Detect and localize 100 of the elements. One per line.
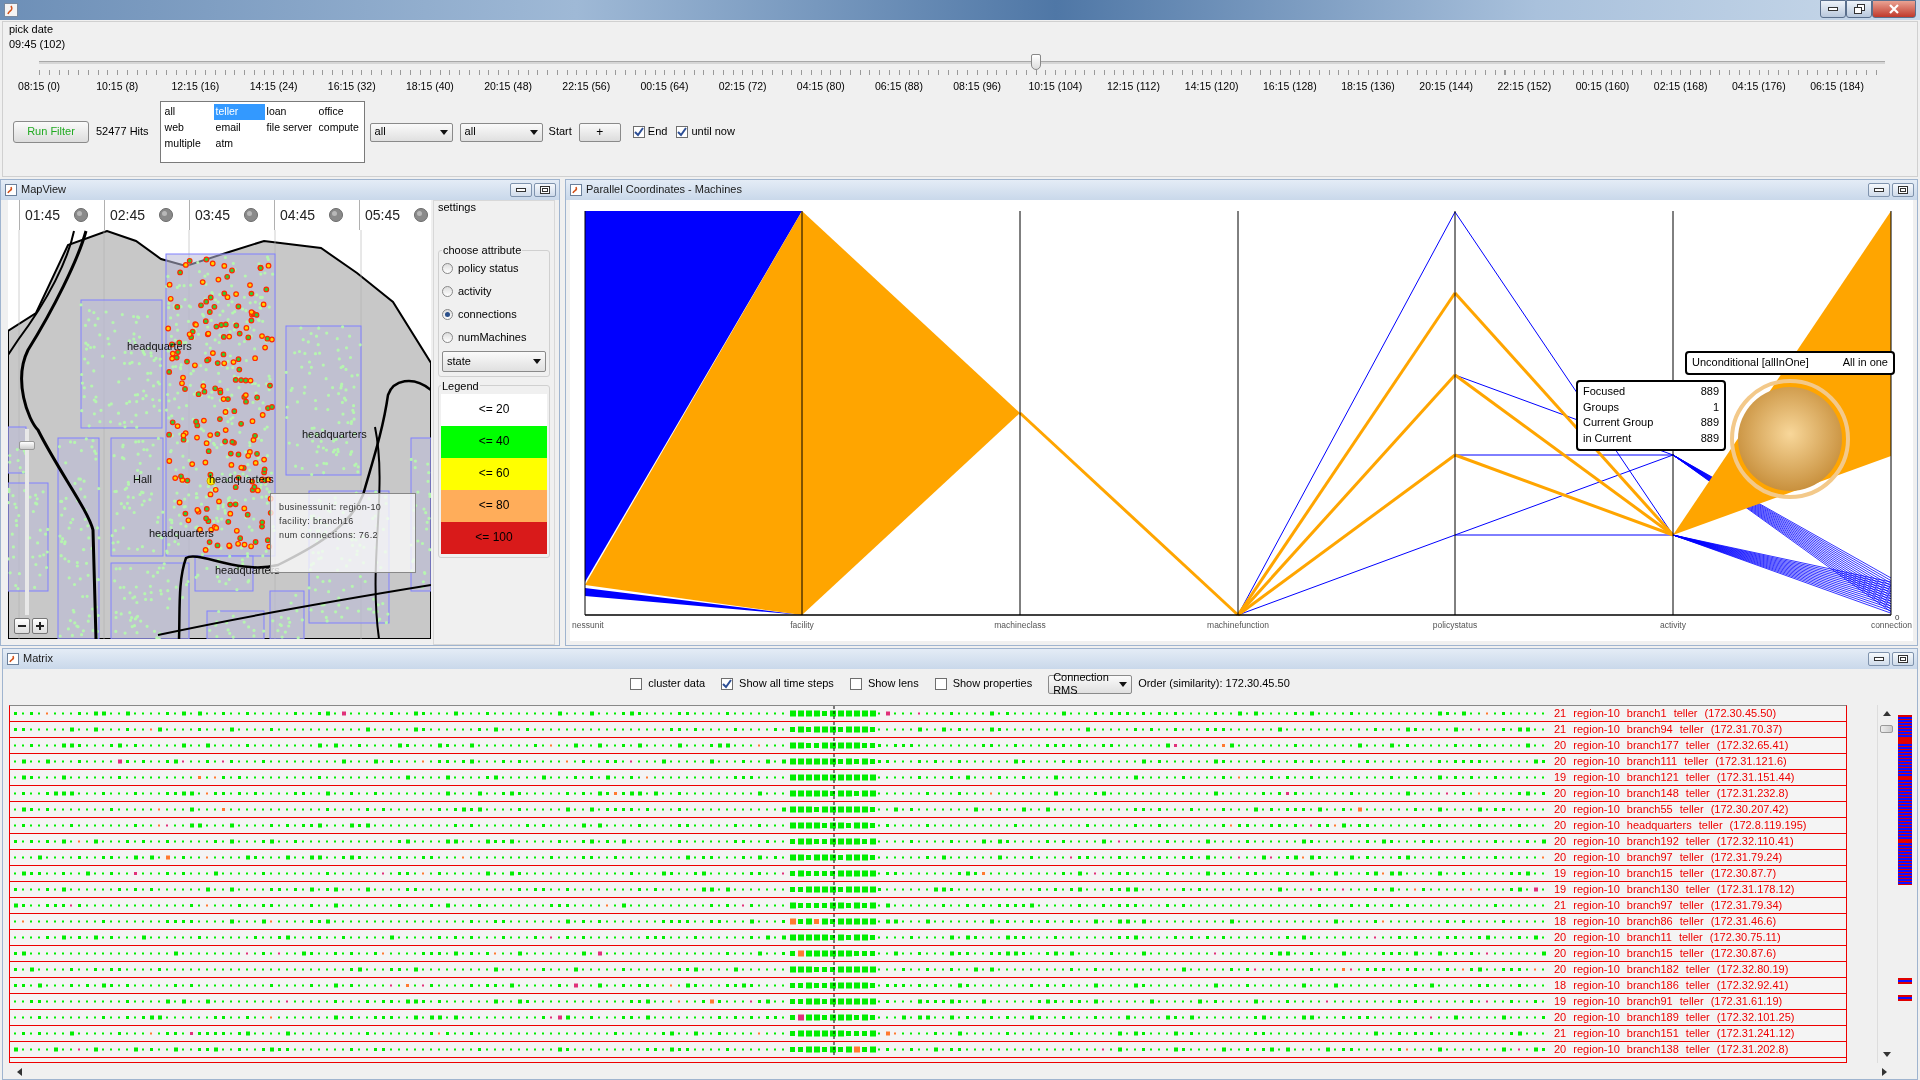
add-button[interactable]: + [578, 122, 621, 142]
tick-label: 12:15 (112) [1106, 80, 1161, 94]
app-icon [7, 653, 19, 665]
app-icon [570, 184, 582, 196]
row-label: 20 region-10 branch11 teller (172.30.75.11) [1553, 930, 1781, 945]
maximize-button[interactable] [1892, 183, 1914, 197]
group-name: Unconditional [allInOne] [1692, 356, 1809, 370]
type-list[interactable]: all teller loan office web email file server compute multiple atm [159, 101, 365, 163]
stat-label: Current Group [1583, 416, 1655, 430]
maximize-button[interactable] [1892, 652, 1914, 666]
dropdown[interactable]: Connection RMS [1048, 674, 1133, 694]
tick-label: 02:15 (72) [717, 80, 768, 94]
maximize-icon [1898, 655, 1908, 663]
checkbox[interactable] [630, 678, 643, 690]
checkbox[interactable] [721, 678, 734, 690]
sphere-icon [244, 208, 259, 222]
tick-label: 06:15 (88) [874, 80, 924, 94]
minimize-button[interactable] [1868, 652, 1890, 666]
place-label: headquarters [127, 340, 192, 354]
axis-label: machinefunction [1207, 620, 1269, 630]
tick-label: 02:15 (168) [1652, 80, 1709, 94]
radio-label: activity [458, 285, 492, 299]
minimize-button[interactable] [510, 183, 532, 197]
radio-button[interactable] [442, 263, 453, 275]
checkbox[interactable] [632, 126, 645, 138]
maximize-button[interactable] [534, 183, 556, 197]
checkbox-label: Show all time steps [739, 677, 834, 691]
radio-button[interactable] [442, 309, 453, 321]
order-label: Order (similarity): 172.30.45.50 [1138, 677, 1290, 691]
list-item[interactable]: all [162, 104, 214, 120]
tick-label: 14:15 (24) [248, 80, 299, 94]
caret-icon [439, 129, 448, 135]
stat-label: Focused [1583, 385, 1627, 399]
group-value: All in one [1842, 356, 1888, 370]
caret-icon [529, 129, 538, 135]
slider-thumb[interactable] [19, 441, 35, 451]
list-item[interactable]: atm [213, 136, 265, 152]
legend-title: Legend [441, 380, 480, 394]
dropdown[interactable]: all [369, 122, 453, 142]
checkbox-label: Show properties [952, 677, 1033, 691]
tick-label: 16:15 (128) [1261, 80, 1318, 94]
close-button[interactable] [1872, 0, 1916, 18]
legend-swatch: <= 100 [441, 521, 547, 554]
panel-title: Parallel Coordinates - Machines [586, 183, 742, 197]
zoom-in-button[interactable] [32, 618, 48, 634]
list-item[interactable]: multiple [162, 136, 214, 152]
checkbox[interactable] [934, 678, 947, 690]
axis-label: machineclass [994, 620, 1046, 630]
axis-tick-label: 0 [1895, 613, 1900, 622]
tick-label: 12:15 (16) [170, 80, 221, 94]
row-label: 20 region-10 branch111 teller (172.31.121.6) [1553, 754, 1787, 769]
scrollbar-thumb[interactable] [1880, 725, 1893, 733]
tick-label: 16:15 (32) [326, 80, 377, 94]
maximize-icon [1898, 186, 1908, 194]
radio-label: policy status [458, 262, 519, 276]
dropdown-value: all [464, 125, 476, 139]
dropdown[interactable]: all [459, 122, 543, 142]
row-label: 18 region-10 branch186 teller (172.32.92.41) [1553, 978, 1789, 993]
restore-button[interactable] [1846, 0, 1872, 18]
zoom-slider[interactable] [18, 429, 36, 615]
row-label: 19 region-10 branch130 teller (172.31.178.12) [1553, 882, 1795, 897]
list-item[interactable]: web [162, 120, 214, 136]
place-label: headquarters [302, 428, 367, 442]
zoom-out-button[interactable] [14, 618, 30, 634]
radio-button[interactable] [442, 332, 453, 344]
sphere-icon [329, 208, 344, 222]
list-item[interactable]: loan [264, 104, 317, 120]
minimize-button[interactable] [1820, 0, 1846, 18]
caret-icon [1119, 681, 1128, 687]
selected-date: 09:45 (102) [9, 37, 67, 52]
row-label: 20 region-10 branch148 teller (172.31.232.8) [1553, 786, 1789, 801]
row-label: 20 region-10 branch55 teller (172.30.207.42) [1553, 802, 1789, 817]
time-label: 05:45 [365, 206, 401, 224]
list-item[interactable]: file server [264, 120, 317, 136]
group-label: pick date [9, 22, 55, 36]
radio-button[interactable] [442, 286, 453, 298]
close-icon [1889, 4, 1899, 14]
date-slider[interactable] [39, 54, 1885, 70]
checkbox[interactable] [676, 126, 689, 138]
tick-label: 00:15 (64) [639, 80, 690, 94]
row-label: 19 region-10 branch15 teller (172.30.87.7) [1553, 866, 1777, 881]
dropdown-value: state [447, 355, 471, 369]
row-label: 19 region-10 branch121 teller (172.31.151.44) [1553, 770, 1795, 785]
row-label: 18 region-10 branch86 teller (172.31.46.6) [1553, 914, 1777, 929]
radio-label: connections [458, 308, 517, 322]
tick-label: 10:15 (8) [95, 80, 140, 94]
slider-thumb[interactable] [1030, 54, 1041, 70]
sphere-icon [414, 208, 429, 222]
checkbox[interactable] [849, 678, 862, 690]
time-label: 01:45 [25, 206, 61, 224]
restore-icon [1853, 4, 1865, 14]
tick-label: 18:15 (136) [1340, 80, 1396, 94]
axis-label: policystatus [1432, 620, 1478, 630]
minimize-button[interactable] [1868, 183, 1890, 197]
minimize-icon [1874, 657, 1884, 661]
app-icon [5, 184, 17, 196]
axis-label: activity [1660, 620, 1686, 630]
stat-label: Groups [1583, 400, 1621, 415]
dropdown[interactable]: state [442, 351, 546, 373]
list-item[interactable]: email [213, 120, 265, 136]
